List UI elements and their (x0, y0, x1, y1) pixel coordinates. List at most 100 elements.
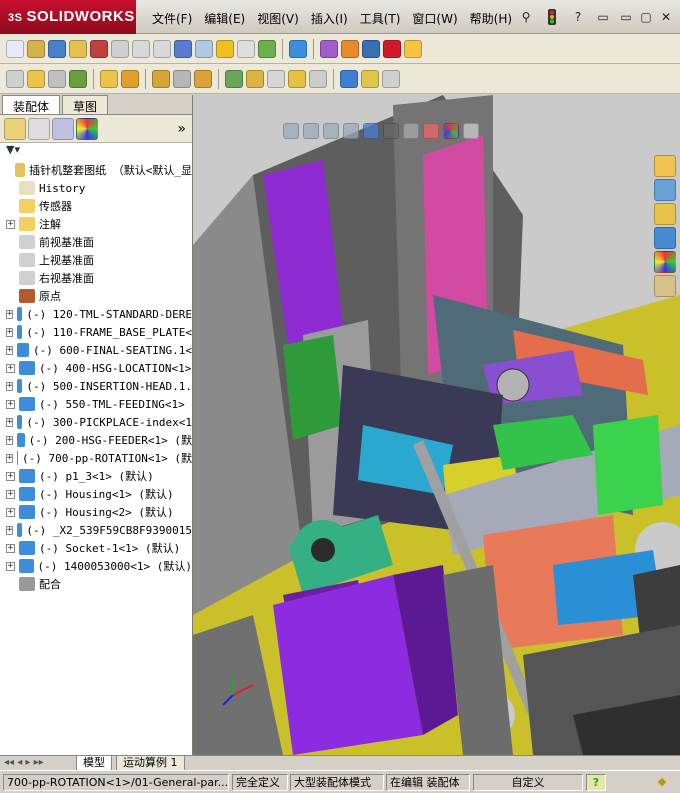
nav-arrows-icon[interactable]: ◂◂ ◂ ▸ ▸▸ (4, 757, 44, 768)
mass-properties-icon[interactable] (48, 39, 66, 58)
help-icon[interactable]: ? (570, 9, 586, 25)
graphics-viewport[interactable] (193, 95, 680, 755)
minimize-button[interactable]: ▭ (595, 9, 611, 25)
tree-item[interactable]: + (-) 110-FRAME_BASE_PLATE< (0, 323, 192, 341)
menu-edit[interactable]: 编辑(E) (198, 10, 251, 27)
move-component-icon[interactable] (100, 69, 118, 88)
feature-manager-icon[interactable] (4, 117, 26, 140)
file-explorer-icon[interactable] (654, 203, 676, 225)
tree-item[interactable]: + (-) 300-PICKPLACE-index<1 (0, 413, 192, 431)
zoom-to-fit-icon[interactable] (283, 123, 299, 139)
exploded-view-icon[interactable] (246, 69, 264, 88)
tree-item[interactable]: + (-) Housing<2> (默认) (0, 503, 192, 521)
new-part-icon[interactable] (27, 69, 45, 88)
expand-icon[interactable]: + (6, 381, 14, 391)
display-style-icon[interactable] (383, 123, 399, 139)
smart-fasteners-icon[interactable] (361, 69, 379, 88)
tree-item[interactable]: + (-) 120-TML-STANDARD-DERE (0, 305, 192, 323)
tree-item[interactable]: + (-) Socket-1<1> (默认) (0, 539, 192, 557)
compare-icon[interactable] (289, 39, 307, 58)
tree-item[interactable]: + (-) 400-HSG-LOCATION<1> (0, 359, 192, 377)
zoom-to-area-icon[interactable] (303, 123, 319, 139)
configuration-manager-icon[interactable] (52, 117, 74, 140)
menu-insert[interactable]: 插入(I) (305, 10, 354, 27)
apply-scene-icon[interactable] (443, 123, 459, 139)
reference-geometry-icon[interactable] (173, 69, 191, 88)
status-units[interactable]: 自定义 (473, 774, 583, 791)
traffic-light-icon[interactable] (544, 9, 560, 25)
view-orientation-icon[interactable] (363, 123, 379, 139)
explode-line-icon[interactable] (267, 69, 285, 88)
statistics-icon[interactable] (90, 39, 108, 58)
status-help-icon[interactable]: ? (586, 774, 606, 791)
warning-icon[interactable] (216, 39, 234, 58)
insert-component-icon[interactable] (6, 69, 24, 88)
interference-icon[interactable] (195, 39, 213, 58)
expand-icon[interactable]: + (6, 471, 15, 481)
macro-icon[interactable] (362, 39, 380, 58)
view-palette-icon[interactable] (654, 227, 676, 249)
appearances-icon[interactable] (654, 251, 676, 273)
expand-icon[interactable]: + (6, 219, 15, 229)
tree-item[interactable]: + (-) 1400053000<1> (默认) (0, 557, 192, 575)
view-settings-icon[interactable] (463, 123, 479, 139)
geometry-check-icon[interactable] (132, 39, 150, 58)
hide-show-icon[interactable] (121, 69, 139, 88)
preview-icon[interactable] (382, 69, 400, 88)
tree-item[interactable]: 传感器 (0, 197, 192, 215)
pin-icon[interactable]: ⚲ (518, 9, 534, 25)
chevron-right-icon[interactable]: » (177, 121, 186, 137)
tree-item[interactable]: 前视基准面 (0, 233, 192, 251)
tree-item[interactable]: + (-) _X2_539F59CB8F9390015 (0, 521, 192, 539)
expand-icon[interactable]: + (6, 345, 14, 355)
tree-item[interactable]: + (-) p1_3<1> (默认) (0, 467, 192, 485)
expand-icon[interactable]: + (6, 309, 14, 319)
expand-icon[interactable]: + (6, 489, 15, 499)
expand-icon[interactable]: + (6, 543, 15, 553)
fastening-icon[interactable] (340, 69, 358, 88)
draft-analysis-icon[interactable] (153, 39, 171, 58)
expand-icon[interactable]: + (6, 561, 15, 571)
spell-check-icon[interactable] (6, 39, 24, 58)
menu-file[interactable]: 文件(F) (146, 10, 198, 27)
hide-show-items-icon[interactable] (403, 123, 419, 139)
tab-model[interactable]: 模型 (76, 756, 112, 771)
tree-root[interactable]: 插针机整套图纸 （默认<默认_显 (0, 161, 192, 179)
expand-icon[interactable]: + (6, 453, 14, 463)
measure-icon[interactable] (27, 39, 45, 58)
tree-item[interactable]: 原点 (0, 287, 192, 305)
design-checker-icon[interactable] (341, 39, 359, 58)
menu-tools[interactable]: 工具(T) (354, 10, 407, 27)
filter-icon[interactable]: ▼▾ (0, 143, 192, 159)
menu-view[interactable]: 视图(V) (251, 10, 305, 27)
tree-item[interactable]: History (0, 179, 192, 197)
tag-icon[interactable]: ◆ (650, 774, 674, 791)
tree-item[interactable]: + (-) 600-FINAL-SEATING.1< (0, 341, 192, 359)
expand-icon[interactable]: + (6, 417, 14, 427)
assembly-features-icon[interactable] (152, 69, 170, 88)
menu-help[interactable]: 帮助(H) (464, 10, 518, 27)
tree-item[interactable]: + (-) 200-HSG-FEEDER<1> (默 (0, 431, 192, 449)
section-properties-icon[interactable] (69, 39, 87, 58)
custom-properties-icon[interactable] (654, 275, 676, 297)
close-button[interactable]: ✕ (658, 9, 674, 25)
linear-pattern-icon[interactable] (69, 69, 87, 88)
tab-motion-study[interactable]: 运动算例 1 (116, 756, 185, 771)
doc-minimize-button[interactable]: ▭ (618, 9, 634, 25)
expand-icon[interactable]: + (6, 363, 15, 373)
menu-window[interactable]: 窗口(W) (406, 10, 463, 27)
tree-item[interactable]: 右视基准面 (0, 269, 192, 287)
tab-assembly[interactable]: 装配体 (2, 95, 61, 114)
edit-appearance-icon[interactable] (423, 123, 439, 139)
tab-sketch[interactable]: 草图 (62, 95, 109, 114)
tree-item[interactable]: + (-) 550-TML-FEEDING<1> (0, 395, 192, 413)
expand-icon[interactable]: + (6, 435, 14, 445)
tree-item[interactable]: 上视基准面 (0, 251, 192, 269)
expand-icon[interactable]: + (6, 525, 14, 535)
appearance-icon[interactable] (404, 39, 422, 58)
property-manager-icon[interactable] (28, 117, 50, 140)
previous-view-icon[interactable] (323, 123, 339, 139)
instant3d-icon[interactable] (288, 69, 306, 88)
hole-alignment-icon[interactable] (258, 39, 276, 58)
clearance-icon[interactable] (237, 39, 255, 58)
